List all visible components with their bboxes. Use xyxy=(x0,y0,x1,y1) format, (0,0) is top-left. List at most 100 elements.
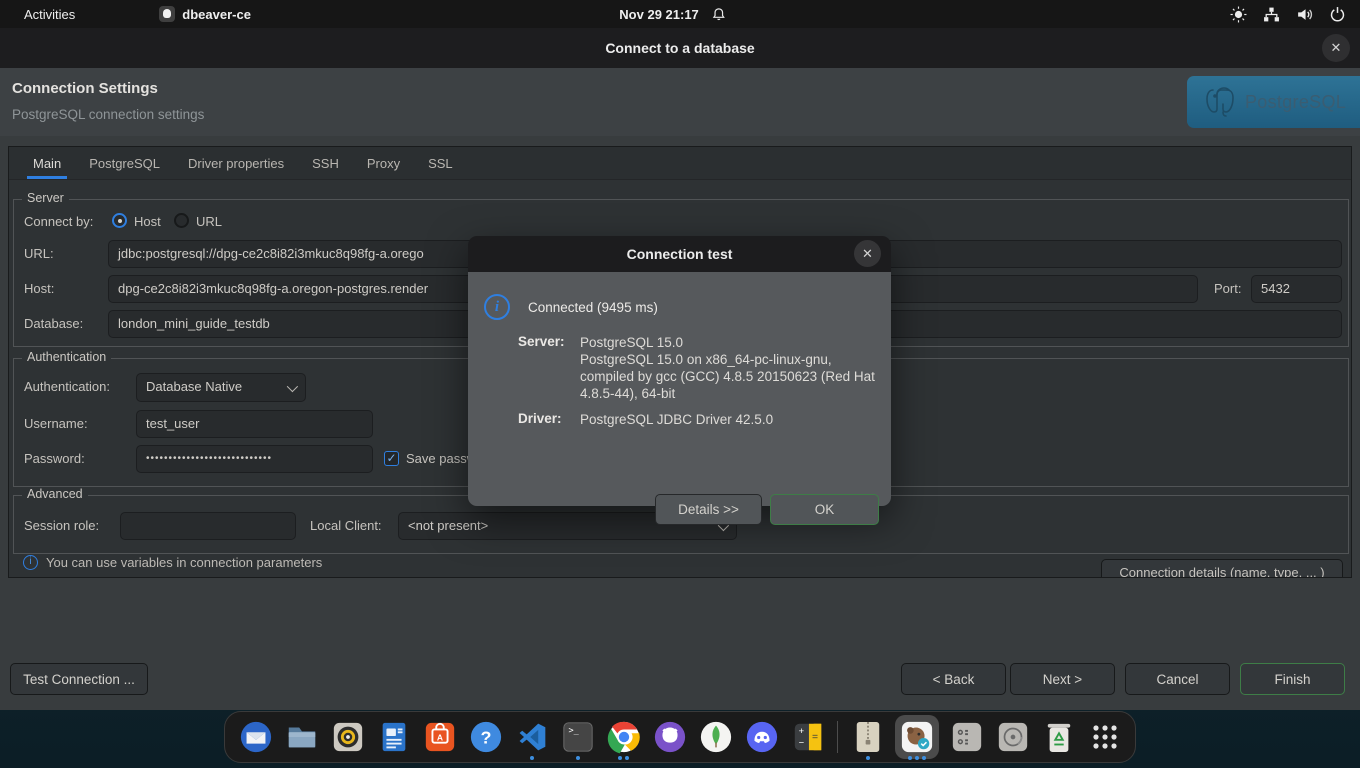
dock-separator xyxy=(837,721,838,753)
connect-by-label: Connect by: xyxy=(24,214,93,229)
url-radio[interactable] xyxy=(174,213,189,228)
session-role-input[interactable] xyxy=(120,512,296,540)
page-title: Connection Settings xyxy=(12,80,158,97)
dbeaver-appmenu-icon xyxy=(159,6,175,22)
preferences-icon[interactable] xyxy=(948,715,985,759)
chevron-down-icon xyxy=(287,381,298,392)
host-label: Host: xyxy=(24,281,54,296)
tab-proxy[interactable]: Proxy xyxy=(353,147,414,179)
github-icon[interactable] xyxy=(651,715,688,759)
chrome-icon[interactable] xyxy=(605,715,642,759)
port-label: Port: xyxy=(1214,281,1241,296)
finish-button[interactable]: Finish xyxy=(1240,663,1345,695)
calculator-icon[interactable]: +−= xyxy=(789,715,826,759)
session-role-label: Session role: xyxy=(24,518,99,533)
app-grid-icon[interactable] xyxy=(1086,715,1123,759)
tab-ssl[interactable]: SSL xyxy=(414,147,467,179)
page-subtitle: PostgreSQL connection settings xyxy=(12,107,204,122)
tab-bar: Main PostgreSQL Driver properties SSH Pr… xyxy=(9,147,1351,180)
bell-icon xyxy=(711,7,726,22)
url-label: URL: xyxy=(24,246,54,261)
host-radio-label[interactable]: Host xyxy=(134,214,161,229)
url-radio-label[interactable]: URL xyxy=(196,214,222,229)
back-button[interactable]: < Back xyxy=(901,663,1006,695)
ubuntu-software-icon[interactable]: A xyxy=(421,715,458,759)
brightness-icon[interactable] xyxy=(1230,6,1247,23)
driver-result-label: Driver: xyxy=(518,411,578,426)
username-input[interactable]: test_user xyxy=(136,410,373,438)
svg-text:−: − xyxy=(798,738,804,749)
variables-hint-text: You can use variables in connection para… xyxy=(46,555,322,570)
details-button[interactable]: Details >> xyxy=(655,494,762,525)
archive-manager-icon[interactable] xyxy=(849,715,886,759)
system-tray[interactable] xyxy=(1230,6,1346,23)
dialog-titlebar[interactable]: Connection test ✕ xyxy=(468,236,891,272)
password-input[interactable]: •••••••••••••••••••••••••••• xyxy=(136,445,373,473)
mongodb-compass-icon[interactable] xyxy=(697,715,734,759)
dock: A ? >_ +−= xyxy=(224,711,1136,763)
auth-method-select[interactable]: Database Native xyxy=(136,373,306,402)
local-client-value: <not present> xyxy=(408,518,488,533)
dbeaver-icon[interactable] xyxy=(895,715,939,759)
tab-ssh[interactable]: SSH xyxy=(298,147,353,179)
app-menu[interactable]: dbeaver-ce xyxy=(159,6,251,22)
postgresql-logo-text: PostgreSQL xyxy=(1245,92,1346,113)
svg-text:A: A xyxy=(436,732,442,742)
server-result-label: Server: xyxy=(518,334,578,349)
info-icon: i xyxy=(484,294,510,320)
test-connection-button[interactable]: Test Connection ... xyxy=(10,663,148,695)
port-input[interactable]: 5432 xyxy=(1251,275,1342,303)
tab-driver-properties[interactable]: Driver properties xyxy=(174,147,298,179)
tab-postgresql[interactable]: PostgreSQL xyxy=(75,147,174,179)
clock-label: Nov 29 21:17 xyxy=(619,7,699,22)
activities-button[interactable]: Activities xyxy=(18,5,81,24)
dialog-body: i Connected (9495 ms) Server: PostgreSQL… xyxy=(468,272,891,506)
auth-method-value: Database Native xyxy=(146,379,242,394)
postgresql-logo: PostgreSQL xyxy=(1187,76,1360,128)
connected-message: Connected (9495 ms) xyxy=(528,300,658,315)
postgres-elephant-icon xyxy=(1203,84,1237,120)
disks-icon[interactable] xyxy=(994,715,1031,759)
writer-icon[interactable] xyxy=(375,715,412,759)
advanced-group-legend: Advanced xyxy=(22,487,88,501)
network-icon[interactable] xyxy=(1263,6,1280,23)
system-top-bar: Activities dbeaver-ce Nov 29 21:17 xyxy=(0,0,1360,28)
thunderbird-icon[interactable] xyxy=(237,715,274,759)
vscode-icon[interactable] xyxy=(513,715,550,759)
volume-icon[interactable] xyxy=(1296,6,1313,23)
help-icon[interactable]: ? xyxy=(467,715,504,759)
server-group-legend: Server xyxy=(22,191,69,205)
wizard-header: Connection Settings PostgreSQL connectio… xyxy=(0,68,1360,136)
next-button[interactable]: Next > xyxy=(1010,663,1115,695)
dialog-title: Connection test xyxy=(627,246,733,262)
username-label: Username: xyxy=(24,416,88,431)
host-radio[interactable] xyxy=(112,213,127,228)
tab-main[interactable]: Main xyxy=(19,147,75,179)
trash-icon[interactable] xyxy=(1040,715,1077,759)
authentication-group-legend: Authentication xyxy=(22,350,111,364)
save-password-checkbox[interactable]: ✓ xyxy=(384,451,399,466)
driver-result-value: PostgreSQL JDBC Driver 42.5.0 xyxy=(580,411,882,428)
password-label: Password: xyxy=(24,451,85,466)
cancel-button[interactable]: Cancel xyxy=(1125,663,1230,695)
power-icon[interactable] xyxy=(1329,6,1346,23)
auth-method-label: Authentication: xyxy=(24,379,110,394)
svg-text:=: = xyxy=(812,732,818,743)
info-icon: i xyxy=(23,555,38,570)
window-close-button[interactable]: ✕ xyxy=(1322,34,1350,62)
terminal-icon[interactable]: >_ xyxy=(559,715,596,759)
ok-button[interactable]: OK xyxy=(770,494,879,525)
database-label: Database: xyxy=(24,316,83,331)
local-client-label: Local Client: xyxy=(310,518,382,533)
rhythmbox-icon[interactable] xyxy=(329,715,366,759)
discord-icon[interactable] xyxy=(743,715,780,759)
server-result-value: PostgreSQL 15.0 PostgreSQL 15.0 on x86_6… xyxy=(580,334,882,402)
window-titlebar[interactable]: Connect to a database ✕ xyxy=(0,28,1360,68)
svg-text:+: + xyxy=(798,726,804,737)
dialog-close-button[interactable]: ✕ xyxy=(854,240,881,267)
connection-details-button[interactable]: Connection details (name, type, ... ) xyxy=(1101,559,1343,578)
window-title: Connect to a database xyxy=(0,28,1360,68)
connection-test-dialog: Connection test ✕ i Connected (9495 ms) … xyxy=(468,236,891,506)
clock-menu[interactable]: Nov 29 21:17 xyxy=(619,7,726,22)
files-icon[interactable] xyxy=(283,715,320,759)
